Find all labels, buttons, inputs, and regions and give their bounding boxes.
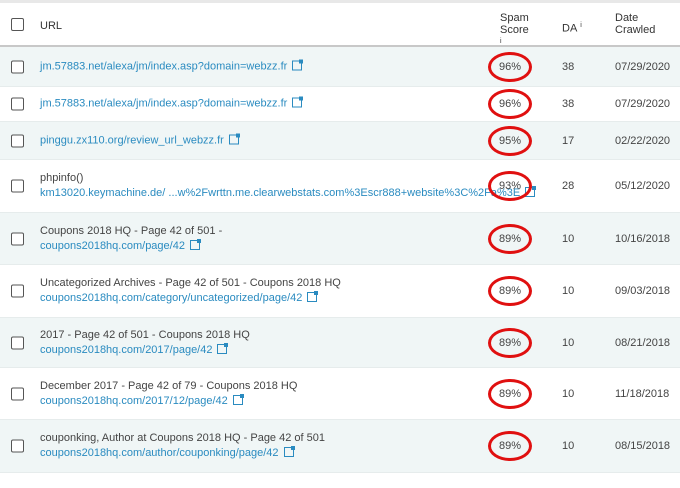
external-link-icon[interactable]	[307, 291, 319, 302]
row-checkbox[interactable]	[11, 284, 24, 298]
spam-score-circled: 93%	[488, 171, 532, 201]
domain-authority: 38	[562, 98, 575, 110]
spam-score-label: Spam Score	[500, 12, 529, 36]
info-icon[interactable]: i	[580, 22, 582, 29]
domain-authority: 10	[562, 387, 575, 400]
spam-score-circled: 95%	[488, 125, 532, 156]
url-cell: Uncategorized Archives - Page 42 of 501 …	[40, 276, 341, 306]
spam-score: 96%	[498, 98, 522, 110]
spam-score: 89%	[498, 387, 522, 400]
page-title: couponking, Author at Coupons 2018 HQ - …	[40, 432, 325, 444]
da-label: DA	[562, 22, 578, 35]
info-icon[interactable]: i	[500, 38, 502, 45]
table-header: URL Spam Score i DA i Date Crawled	[0, 3, 680, 47]
spam-score: 89%	[498, 336, 522, 349]
domain-authority: 10	[562, 336, 575, 349]
select-all-checkbox[interactable]	[11, 18, 24, 31]
row-checkbox[interactable]	[11, 336, 24, 349]
date-crawled: 09/03/2018	[615, 285, 671, 297]
date-crawled: 07/29/2020	[615, 98, 671, 110]
url-cell: couponking, Author at Coupons 2018 HQ - …	[40, 431, 325, 461]
url-cell: pinggu.zx110.org/review_url_webzz.fr	[40, 133, 240, 148]
date-crawled: 05/12/2020	[615, 180, 671, 192]
spam-score-circled: 89%	[488, 327, 532, 358]
external-link-icon[interactable]	[217, 342, 229, 354]
url-cell: 2017 - Page 42 of 501 - Coupons 2018 HQ …	[40, 328, 250, 358]
row-checkbox[interactable]	[11, 179, 24, 193]
domain-authority: 38	[562, 60, 575, 73]
table-row: pinggu.zx110.org/review_url_webzz.fr 95%…	[0, 122, 680, 160]
url-cell: Coupons 2018 HQ - Page 42 of 501 - coupo…	[40, 224, 222, 254]
url-cell: phpinfo() km13020.keymachine.de/ ...w%2F…	[40, 171, 537, 201]
table-row: Uncategorized Archives - Page 42 of 501 …	[0, 265, 680, 318]
page-title: Coupons 2018 HQ - Page 42 of 501 -	[40, 224, 223, 237]
spam-score-circled: 89%	[488, 431, 532, 461]
spam-score: 89%	[498, 232, 522, 245]
external-link-icon[interactable]	[283, 446, 295, 457]
spam-score-circled: 89%	[488, 223, 532, 254]
domain-authority: 10	[562, 232, 575, 245]
url-cell: jm.57883.net/alexa/jm/index.asp?domain=w…	[40, 96, 304, 112]
url-link[interactable]: coupons2018hq.com/page/42	[40, 240, 185, 252]
spam-score: 89%	[498, 440, 522, 452]
da-column-header[interactable]: DA i	[562, 20, 582, 35]
date-crawled: 08/15/2018	[615, 440, 671, 452]
spam-score-circled: 89%	[488, 276, 532, 306]
domain-authority: 10	[562, 285, 575, 297]
domain-authority: 17	[562, 134, 575, 147]
table-row: couponking, Author at Coupons 2018 HQ - …	[0, 420, 680, 473]
url-link[interactable]: pinggu.zx110.org/review_url_webzz.fr	[40, 134, 224, 146]
page-title: phpinfo()	[40, 172, 84, 184]
spam-score: 89%	[498, 285, 522, 297]
external-link-icon[interactable]	[292, 59, 304, 70]
date-crawled: 08/21/2018	[615, 336, 671, 349]
table-row: Coupons 2018 HQ - Page 42 of 501 - coupo…	[0, 213, 680, 265]
url-link[interactable]: jm.57883.net/alexa/jm/index.asp?domain=w…	[40, 98, 287, 110]
url-link[interactable]: jm.57883.net/alexa/jm/index.asp?domain=w…	[40, 60, 287, 72]
row-checkbox[interactable]	[11, 439, 24, 453]
spam-score: 93%	[498, 180, 522, 192]
spam-score-circled: 96%	[488, 89, 532, 119]
page-title: Uncategorized Archives - Page 42 of 501 …	[40, 277, 341, 289]
url-cell: jm.57883.net/alexa/jm/index.asp?domain=w…	[40, 59, 304, 74]
external-link-icon[interactable]	[189, 238, 201, 250]
date-crawled: 02/22/2020	[615, 134, 671, 147]
table-row: 2017 - Page 42 of 501 - Coupons 2018 HQ …	[0, 318, 680, 368]
url-link[interactable]: coupons2018hq.com/2017/page/42	[40, 344, 212, 356]
spam-score: 96%	[498, 60, 522, 73]
row-checkbox[interactable]	[11, 232, 24, 245]
row-checkbox[interactable]	[11, 60, 24, 73]
domain-authority: 28	[562, 180, 575, 192]
external-link-icon[interactable]	[232, 393, 244, 405]
date-crawled: 11/18/2018	[615, 387, 670, 400]
url-link[interactable]: km13020.keymachine.de/ ...w%2Fwrttn.me.c…	[40, 187, 520, 199]
row-checkbox[interactable]	[11, 387, 24, 400]
date-crawled: 10/16/2018	[615, 232, 671, 245]
external-link-icon[interactable]	[228, 133, 240, 144]
spam-score-circled: 89%	[488, 378, 532, 409]
domain-authority: 10	[562, 440, 575, 452]
date-crawled-column-header[interactable]: Date Crawled	[615, 12, 660, 36]
url-link[interactable]: coupons2018hq.com/author/couponking/page…	[40, 447, 279, 459]
table-row: jm.57883.net/alexa/jm/index.asp?domain=w…	[0, 47, 680, 87]
row-checkbox[interactable]	[11, 97, 24, 111]
url-column-header[interactable]: URL	[40, 20, 62, 32]
page-title: December 2017 - Page 42 of 79 - Coupons …	[40, 379, 298, 392]
spam-score-circled: 96%	[488, 51, 532, 82]
table-row: December 2017 - Page 42 of 79 - Coupons …	[0, 368, 680, 420]
spam-score-column-header[interactable]: Spam Score i	[500, 12, 530, 51]
row-checkbox[interactable]	[11, 134, 24, 147]
date-crawled: 07/29/2020	[615, 60, 671, 73]
url-link[interactable]: coupons2018hq.com/2017/12/page/42	[40, 395, 228, 407]
table-row: jm.57883.net/alexa/jm/index.asp?domain=w…	[0, 87, 680, 122]
spam-score: 95%	[498, 134, 522, 147]
external-link-icon[interactable]	[292, 96, 304, 108]
page-title: 2017 - Page 42 of 501 - Coupons 2018 HQ	[40, 328, 250, 341]
url-cell: December 2017 - Page 42 of 79 - Coupons …	[40, 379, 297, 409]
table-row: phpinfo() km13020.keymachine.de/ ...w%2F…	[0, 160, 680, 213]
url-link[interactable]: coupons2018hq.com/category/uncategorized…	[40, 292, 302, 304]
